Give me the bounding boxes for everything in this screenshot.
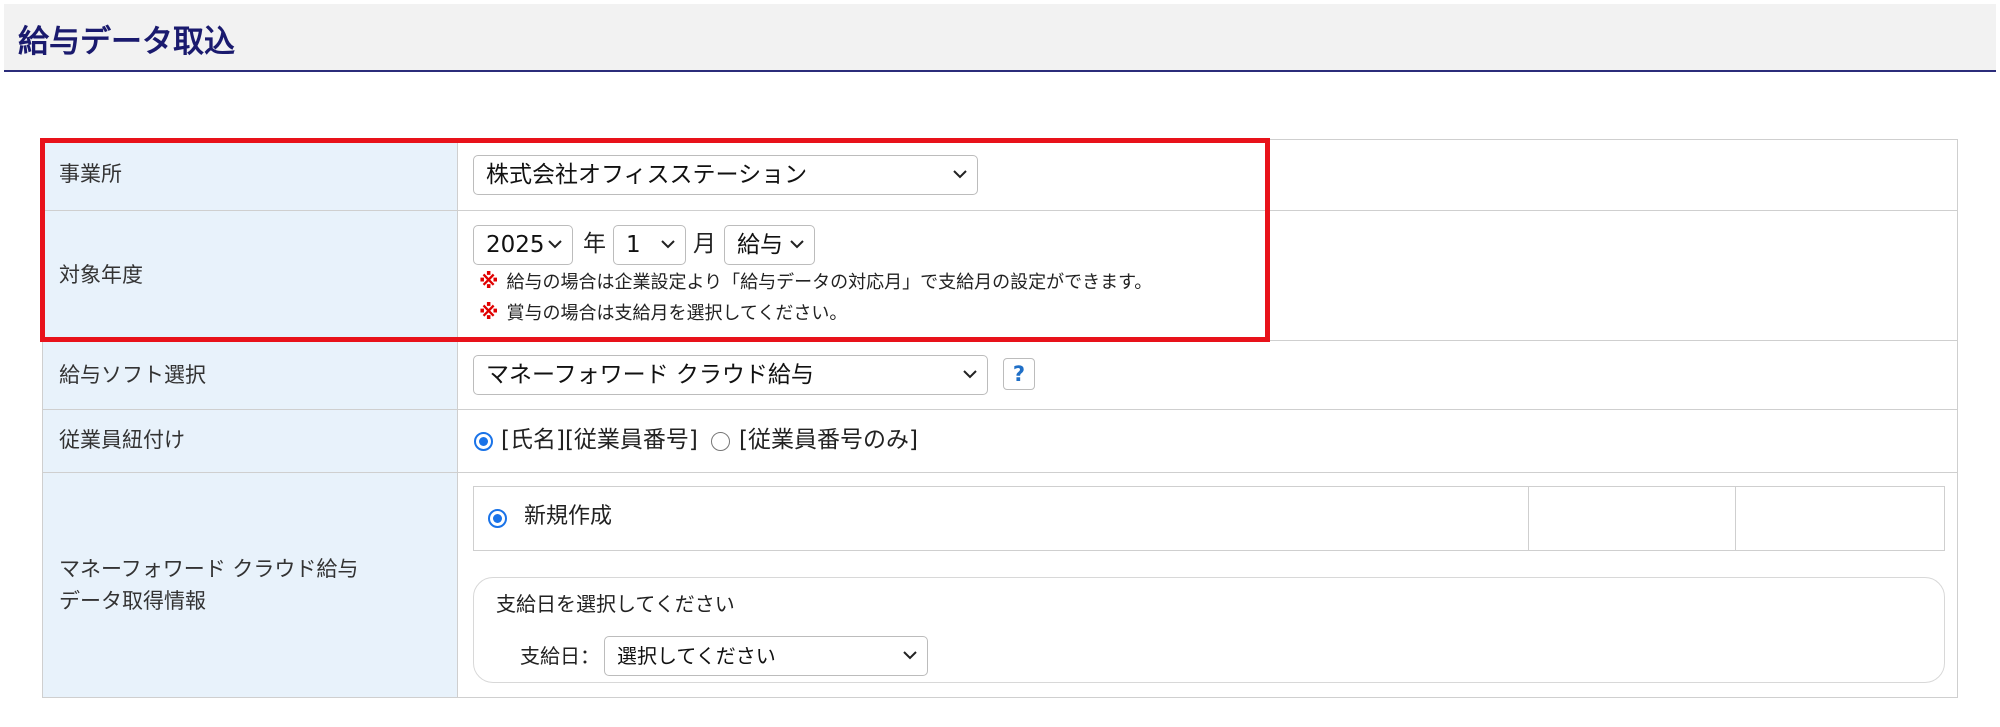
note-salary-text: 給与の場合は企業設定より「給与データの対応月」で支給月の設定ができます。: [506, 272, 1153, 293]
office-label-cell: 事業所: [43, 140, 458, 210]
employee-link-label: 従業員紐付け: [59, 428, 185, 452]
year-select-value: 2025: [486, 232, 545, 258]
chevron-down-icon: [953, 156, 967, 194]
software-select[interactable]: マネーフォワード クラウド給与: [473, 355, 988, 395]
chevron-down-icon: [903, 637, 917, 675]
chevron-down-icon: [548, 226, 562, 264]
row-software: 給与ソフト選択 マネーフォワード クラウド給与 ?: [43, 341, 1957, 410]
note-salary: ※ 給与の場合は企業設定より「給与データの対応月」で支給月の設定ができます。: [479, 267, 1152, 297]
payday-panel: 支給日を選択してください 支給日： 選択してください: [473, 577, 1945, 683]
page-header: 給与データ取込: [4, 4, 1996, 72]
fetch-info-label-line2: データ取得情報: [59, 589, 206, 613]
help-button[interactable]: ?: [1003, 358, 1035, 390]
payday-select-value: 選択してください: [617, 644, 776, 668]
software-label-cell: 給与ソフト選択: [43, 341, 458, 409]
employee-link-label-cell: 従業員紐付け: [43, 410, 458, 472]
pay-type-select-value: 給与: [737, 232, 783, 258]
chevron-down-icon: [963, 356, 977, 394]
month-unit: 月: [693, 231, 716, 257]
radio-new-create[interactable]: [488, 509, 507, 528]
radio-name-and-number[interactable]: [474, 432, 493, 451]
payday-select[interactable]: 選択してください: [604, 636, 928, 676]
row-employee-link: 従業員紐付け [氏名][従業員番号] [従業員番号のみ]: [43, 410, 1957, 473]
row-target-period: 対象年度 2025 年 1 月 給与 ※ 給与の場合は企業設定より「給与データの対…: [43, 211, 1957, 341]
payday-prompt: 支給日を選択してください: [496, 592, 735, 616]
fetch-info-label-line1: マネーフォワード クラウド給与: [59, 557, 359, 581]
radio-name-and-number-label[interactable]: [氏名][従業員番号]: [501, 424, 698, 456]
table-divider: [1528, 487, 1529, 550]
office-label: 事業所: [59, 162, 122, 186]
chevron-down-icon: [790, 226, 804, 264]
month-select-value: 1: [626, 232, 641, 258]
note-bonus-text: 賞与の場合は支給月を選択してください。: [506, 303, 848, 324]
radio-new-create-label[interactable]: 新規作成: [524, 501, 612, 533]
radio-number-only-label[interactable]: [従業員番号のみ]: [739, 424, 918, 456]
software-label: 給与ソフト選択: [59, 363, 206, 387]
chevron-down-icon: [661, 226, 675, 264]
year-select[interactable]: 2025: [473, 225, 573, 265]
year-unit: 年: [583, 231, 606, 257]
office-select-value: 株式会社オフィスステーション: [486, 162, 808, 188]
page-title: 給与データ取込: [18, 24, 235, 60]
target-period-label: 対象年度: [59, 263, 143, 287]
radio-number-only[interactable]: [711, 432, 730, 451]
target-period-label-cell: 対象年度: [43, 211, 458, 340]
pay-type-select[interactable]: 給与: [724, 225, 815, 265]
note-mark-icon: ※: [479, 300, 499, 324]
payday-label: 支給日：: [520, 644, 600, 668]
data-source-table: 新規作成: [473, 486, 1945, 551]
note-mark-icon: ※: [479, 269, 499, 293]
software-select-value: マネーフォワード クラウド給与: [486, 362, 814, 388]
month-select[interactable]: 1: [613, 225, 686, 265]
table-divider: [1735, 487, 1736, 550]
fetch-info-label-cell: マネーフォワード クラウド給与 データ取得情報: [43, 473, 458, 697]
row-office: 事業所 株式会社オフィスステーション: [43, 140, 1957, 211]
note-bonus: ※ 賞与の場合は支給月を選択してください。: [479, 298, 847, 328]
office-select[interactable]: 株式会社オフィスステーション: [473, 155, 978, 195]
